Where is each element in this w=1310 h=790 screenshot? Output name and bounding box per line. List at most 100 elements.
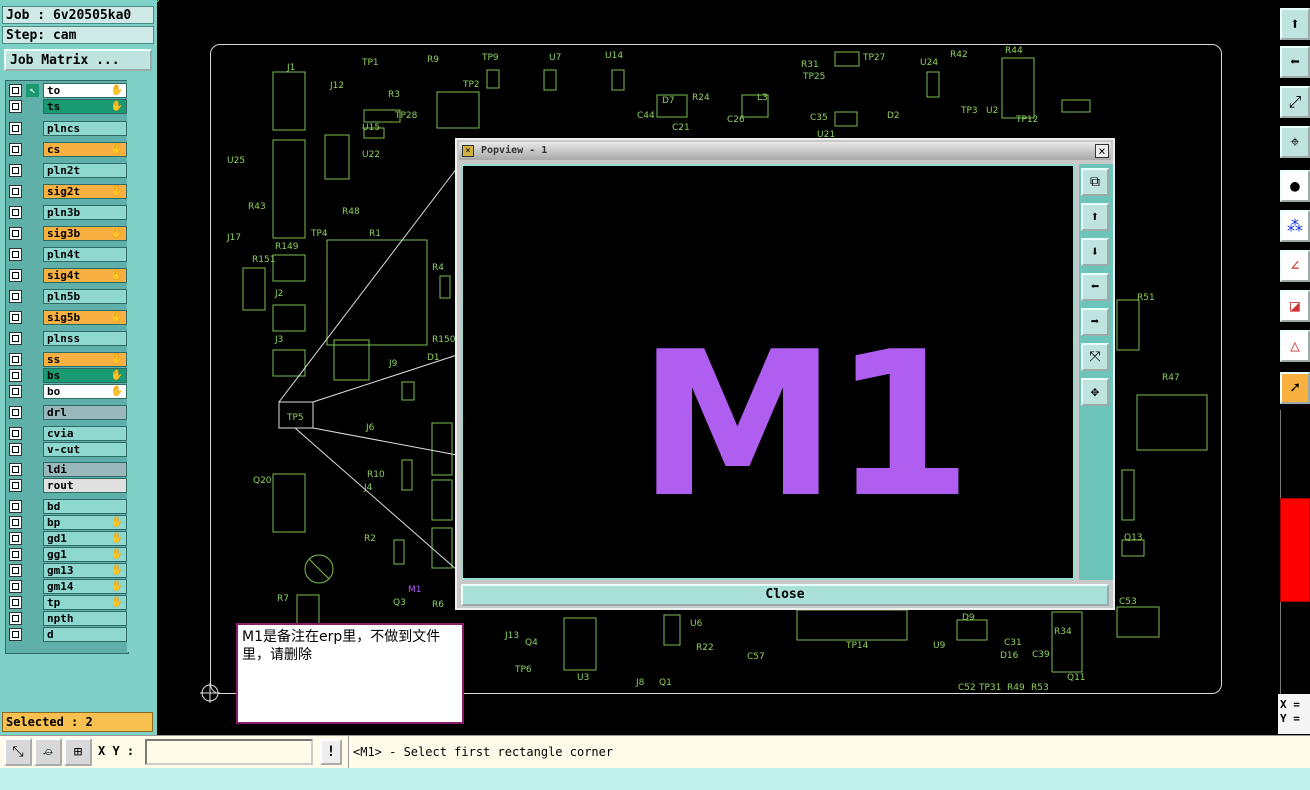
layer-row-tp[interactable]: tp ✋	[6, 595, 128, 610]
layer-checkbox[interactable]	[9, 206, 22, 219]
xy-input[interactable]	[145, 739, 313, 765]
layer-name[interactable]: pln3b	[43, 205, 127, 220]
layer-name[interactable]: gg1 ✋	[43, 547, 127, 562]
layer-row-bo[interactable]: bo ✋	[6, 384, 128, 399]
measure-icon[interactable]: ⌖	[1280, 126, 1310, 158]
layer-name[interactable]: d	[43, 627, 127, 642]
layer-name[interactable]: cvia	[43, 426, 127, 441]
layer-checkbox[interactable]	[9, 332, 22, 345]
popview-canvas[interactable]: M1	[461, 164, 1075, 580]
layer-name[interactable]: bs ✋	[43, 368, 127, 383]
layer-name[interactable]: v-cut	[43, 442, 127, 457]
layer-row-drl[interactable]: drl	[6, 405, 128, 420]
layer-row-v-cut[interactable]: v-cut	[6, 442, 128, 457]
layer-checkbox[interactable]	[9, 143, 22, 156]
job-matrix-button[interactable]: Job Matrix ...	[4, 49, 152, 71]
layer-name[interactable]: sig3b ✋	[43, 226, 127, 241]
layer-checkbox[interactable]	[9, 406, 22, 419]
layer-name[interactable]: npth	[43, 611, 127, 626]
layer-checkbox[interactable]	[9, 353, 22, 366]
layer-row-pln4t[interactable]: pln4t	[6, 247, 128, 262]
layer-row-sig2t[interactable]: sig2t ✋	[6, 184, 128, 199]
zoom-fit-icon[interactable]: ⤢	[1280, 86, 1310, 118]
layer-checkbox[interactable]	[9, 532, 22, 545]
layer-checkbox[interactable]	[9, 463, 22, 476]
layer-list-scrollbar[interactable]	[127, 80, 154, 652]
layer-checkbox[interactable]	[9, 122, 22, 135]
snap-icon[interactable]: ⌮	[34, 738, 62, 766]
layer-name[interactable]: plncs	[43, 121, 127, 136]
layer-checkbox[interactable]	[9, 516, 22, 529]
pan-down-icon[interactable]: ⬇	[1081, 238, 1109, 266]
layer-name[interactable]: gm14 ✋	[43, 579, 127, 594]
layer-name[interactable]: pln5b	[43, 289, 127, 304]
zoom-fit-icon[interactable]: ⤧	[1081, 343, 1109, 371]
layer-name[interactable]: drl	[43, 405, 127, 420]
layer-row-ss[interactable]: ss ✋	[6, 352, 128, 367]
zoom-home-icon[interactable]: ✥	[1081, 378, 1109, 406]
layer-name[interactable]: sig4t ✋	[43, 268, 127, 283]
layer-checkbox[interactable]	[9, 164, 22, 177]
shape-icon[interactable]: ◪	[1280, 290, 1310, 322]
layer-checkbox[interactable]	[9, 596, 22, 609]
layer-name[interactable]: cs ✋	[43, 142, 127, 157]
layer-checkbox[interactable]	[9, 500, 22, 513]
layer-checkbox[interactable]	[9, 479, 22, 492]
layer-row-pln2t[interactable]: pln2t	[6, 163, 128, 178]
layer-checkbox[interactable]	[9, 385, 22, 398]
layer-row-cs[interactable]: cs ✋	[6, 142, 128, 157]
active-color-swatch[interactable]	[1280, 498, 1310, 602]
layer-row-sig4t[interactable]: sig4t ✋	[6, 268, 128, 283]
layer-row-ldi[interactable]: ldi	[6, 462, 128, 477]
layer-row-gm13[interactable]: gm13 ✋	[6, 563, 128, 578]
pad-icon[interactable]: ●	[1280, 170, 1310, 202]
pan-up-icon[interactable]: ⬆	[1081, 203, 1109, 231]
layer-row-rout[interactable]: rout	[6, 478, 128, 493]
layer-name[interactable]: tp ✋	[43, 595, 127, 610]
pan-left-icon[interactable]: ⬅	[1280, 46, 1310, 78]
layer-row-npth[interactable]: npth	[6, 611, 128, 626]
layer-row-cvia[interactable]: cvia	[6, 426, 128, 441]
layer-name[interactable]: sig5b ✋	[43, 310, 127, 325]
layer-name[interactable]: bp ✋	[43, 515, 127, 530]
zoom-window-icon[interactable]: ⧉	[1081, 168, 1109, 196]
layer-checkbox[interactable]	[9, 269, 22, 282]
layer-row-ts[interactable]: ts ✋	[6, 99, 128, 114]
close-button[interactable]: Close	[461, 584, 1109, 606]
pan-right-icon[interactable]: ➡	[1081, 308, 1109, 336]
layer-row-sig5b[interactable]: sig5b ✋	[6, 310, 128, 325]
layer-row-plnss[interactable]: plnss	[6, 331, 128, 346]
layer-name[interactable]: ldi	[43, 462, 127, 477]
layer-checkbox[interactable]	[9, 427, 22, 440]
layer-checkbox[interactable]	[9, 612, 22, 625]
layer-name[interactable]: bo ✋	[43, 384, 127, 399]
layer-name[interactable]: plnss	[43, 331, 127, 346]
triangle-icon[interactable]: △	[1280, 330, 1310, 362]
net-icon[interactable]: ⁂	[1280, 210, 1310, 242]
close-icon[interactable]: ×	[1095, 144, 1109, 158]
line-icon[interactable]: ∠	[1280, 250, 1310, 282]
layer-row-gg1[interactable]: gg1 ✋	[6, 547, 128, 562]
layer-name[interactable]: sig2t ✋	[43, 184, 127, 199]
layer-checkbox[interactable]	[9, 227, 22, 240]
layer-row-to[interactable]: ↖ to ✋	[6, 83, 128, 98]
layer-row-pln5b[interactable]: pln5b	[6, 289, 128, 304]
layer-checkbox[interactable]	[9, 580, 22, 593]
layer-name[interactable]: gm13 ✋	[43, 563, 127, 578]
layer-row-bp[interactable]: bp ✋	[6, 515, 128, 530]
layer-name[interactable]: ts ✋	[43, 99, 127, 114]
layer-checkbox[interactable]	[9, 548, 22, 561]
layer-name[interactable]: rout	[43, 478, 127, 493]
warning-icon[interactable]: !	[320, 739, 342, 765]
layer-checkbox[interactable]	[9, 628, 22, 641]
layer-checkbox[interactable]	[9, 290, 22, 303]
layer-name[interactable]: to ✋	[43, 83, 127, 98]
layer-checkbox[interactable]	[9, 248, 22, 261]
layer-checkbox[interactable]	[9, 100, 22, 113]
layer-name[interactable]: bd	[43, 499, 127, 514]
layer-checkbox[interactable]	[9, 564, 22, 577]
layer-name[interactable]: pln4t	[43, 247, 127, 262]
layer-row-plncs[interactable]: plncs	[6, 121, 128, 136]
select-pointer-icon[interactable]: ➚	[1280, 372, 1310, 404]
zoom-box-icon[interactable]: ⤡	[4, 738, 32, 766]
